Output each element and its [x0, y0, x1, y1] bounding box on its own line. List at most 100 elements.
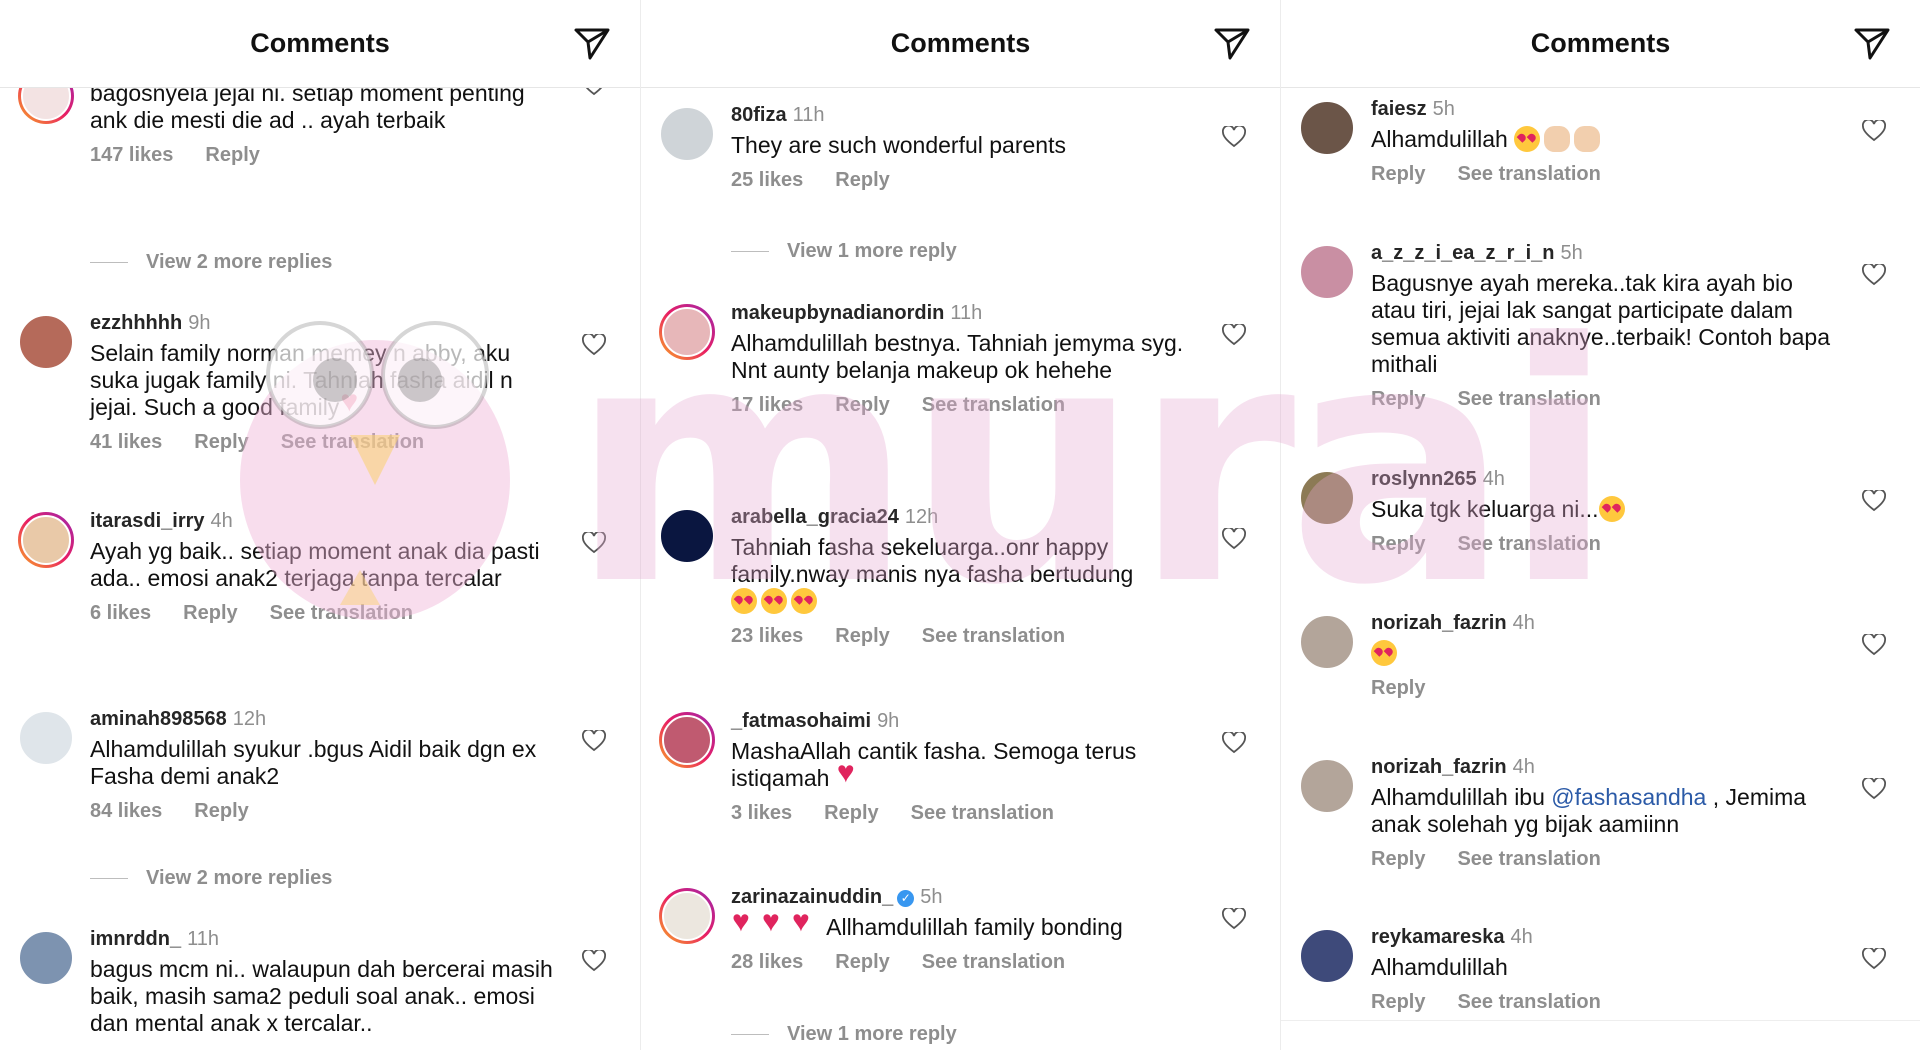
see-translation-button[interactable]: See translation — [270, 602, 413, 625]
username[interactable]: a_z_z_i_ea_z_r_i_n — [1371, 242, 1554, 264]
likes-count[interactable]: 17 likes — [731, 394, 803, 417]
avatar[interactable] — [659, 304, 715, 360]
username[interactable]: norizah_fazrin — [1371, 612, 1507, 634]
likes-count[interactable]: 25 likes — [731, 169, 803, 192]
username[interactable]: faiesz — [1371, 98, 1427, 120]
reply-button[interactable]: Reply — [1371, 388, 1425, 411]
avatar[interactable] — [659, 712, 715, 768]
send-icon[interactable] — [1852, 24, 1892, 64]
see-translation-button[interactable]: See translation — [1457, 388, 1600, 411]
heart-icon[interactable] — [1222, 732, 1246, 754]
username[interactable]: _fatmasohaimi — [731, 710, 871, 732]
send-icon[interactable] — [572, 24, 612, 64]
username[interactable]: norizah_fazrin — [1371, 756, 1507, 778]
view-more-replies[interactable]: View 1 more reply — [731, 240, 957, 263]
reply-button[interactable]: Reply — [205, 144, 259, 167]
username[interactable]: ezzhhhhh — [90, 312, 182, 334]
likes-count[interactable]: 3 likes — [731, 802, 792, 825]
likes-count[interactable]: 41 likes — [90, 431, 162, 454]
likes-count[interactable]: 84 likes — [90, 800, 162, 823]
likes-count[interactable]: 147 likes — [90, 144, 173, 167]
likes-count[interactable]: 28 likes — [731, 951, 803, 974]
see-translation-button[interactable]: See translation — [1457, 848, 1600, 871]
see-translation-button[interactable]: See translation — [911, 802, 1054, 825]
username[interactable]: makeupbynadianordin — [731, 302, 944, 324]
reply-button[interactable]: Reply — [1371, 533, 1425, 556]
username[interactable]: roslynn265 — [1371, 468, 1477, 490]
reply-button[interactable]: Reply — [835, 169, 889, 192]
reply-button[interactable]: Reply — [835, 394, 889, 417]
username[interactable]: imnrddn_ — [90, 928, 181, 950]
timestamp: 5h — [1560, 242, 1583, 264]
smiling-face-with-hearts-emoji — [1598, 496, 1625, 522]
avatar[interactable] — [18, 314, 74, 370]
reply-button[interactable]: Reply — [183, 602, 237, 625]
mention-link[interactable]: @fashasandha — [1551, 784, 1706, 810]
see-translation-button[interactable]: See translation — [922, 625, 1065, 648]
avatar[interactable] — [18, 512, 74, 568]
reply-button[interactable]: Reply — [835, 625, 889, 648]
username[interactable]: itarasdi_irry — [90, 510, 205, 532]
heart-icon[interactable] — [1862, 634, 1886, 656]
reply-button[interactable]: Reply — [835, 951, 889, 974]
see-translation-button[interactable]: See translation — [281, 431, 424, 454]
send-icon[interactable] — [1212, 24, 1252, 64]
heart-icon[interactable] — [1862, 948, 1886, 970]
likes-count[interactable]: 6 likes — [90, 602, 151, 625]
heart-icon[interactable] — [1862, 120, 1886, 142]
heart-icon[interactable] — [1222, 528, 1246, 550]
heart-icon[interactable] — [582, 730, 606, 752]
comments-header: Comments — [641, 0, 1280, 88]
heart-icon[interactable] — [1862, 490, 1886, 512]
see-translation-button[interactable]: See translation — [1457, 991, 1600, 1014]
timestamp: 4h — [1482, 468, 1505, 490]
see-translation-button[interactable]: See translation — [922, 951, 1065, 974]
username[interactable]: arabella_gracia24 — [731, 506, 899, 528]
comment-text: MashaAllah cantik fasha. Semoga terus is… — [731, 738, 1137, 791]
heart-icon[interactable] — [582, 334, 606, 356]
heart-icon[interactable] — [582, 532, 606, 554]
view-more-replies[interactable]: View 1 more reply — [731, 1023, 957, 1046]
avatar[interactable] — [1299, 470, 1355, 526]
reply-button[interactable]: Reply — [1371, 677, 1425, 700]
see-translation-button[interactable]: See translation — [1457, 533, 1600, 556]
reply-button[interactable]: Reply — [824, 802, 878, 825]
heart-icon[interactable] — [1222, 908, 1246, 930]
view-more-replies[interactable]: View 2 more replies — [90, 251, 332, 274]
avatar[interactable] — [18, 710, 74, 766]
smiling-face-with-hearts-emoji — [791, 588, 817, 614]
avatar[interactable] — [1299, 244, 1355, 300]
see-translation-button[interactable]: See translation — [1457, 163, 1600, 186]
comment-text: Alhamdulillah bestnya. Tahniah jemyma sy… — [731, 330, 1184, 383]
avatar[interactable] — [659, 888, 715, 944]
reply-button[interactable]: Reply — [194, 431, 248, 454]
username[interactable]: reykamareska — [1371, 926, 1504, 948]
comment-list: faiesz 5h Alhamdulillah Reply See translat… — [1281, 88, 1920, 1050]
likes-count[interactable]: 23 likes — [731, 625, 803, 648]
reply-button[interactable]: Reply — [1371, 848, 1425, 871]
heart-icon[interactable] — [1222, 324, 1246, 346]
reply-button[interactable]: Reply — [1371, 163, 1425, 186]
avatar[interactable] — [659, 106, 715, 162]
reply-button[interactable]: Reply — [194, 800, 248, 823]
avatar[interactable] — [659, 508, 715, 564]
raised-hands-emoji — [1544, 126, 1571, 152]
username[interactable]: aminah898568 — [90, 708, 227, 730]
reply-button[interactable]: Reply — [1371, 991, 1425, 1014]
timestamp: 11h — [950, 302, 983, 324]
view-more-replies[interactable]: View 2 more replies — [90, 867, 332, 890]
heart-icon[interactable] — [1862, 264, 1886, 286]
comment-text: Bagusnye ayah mereka..tak kira ayah bio … — [1371, 270, 1830, 377]
heart-icon[interactable] — [1862, 778, 1886, 800]
avatar[interactable] — [1299, 928, 1355, 984]
timestamp: 5h — [1432, 98, 1455, 120]
avatar[interactable] — [1299, 614, 1355, 670]
heart-icon[interactable] — [582, 950, 606, 972]
username[interactable]: zarinazainuddin_ — [731, 886, 893, 908]
avatar[interactable] — [18, 930, 74, 986]
heart-icon[interactable] — [1222, 126, 1246, 148]
avatar[interactable] — [1299, 758, 1355, 814]
see-translation-button[interactable]: See translation — [922, 394, 1065, 417]
avatar[interactable] — [1299, 100, 1355, 156]
username[interactable]: 80fiza — [731, 104, 787, 126]
